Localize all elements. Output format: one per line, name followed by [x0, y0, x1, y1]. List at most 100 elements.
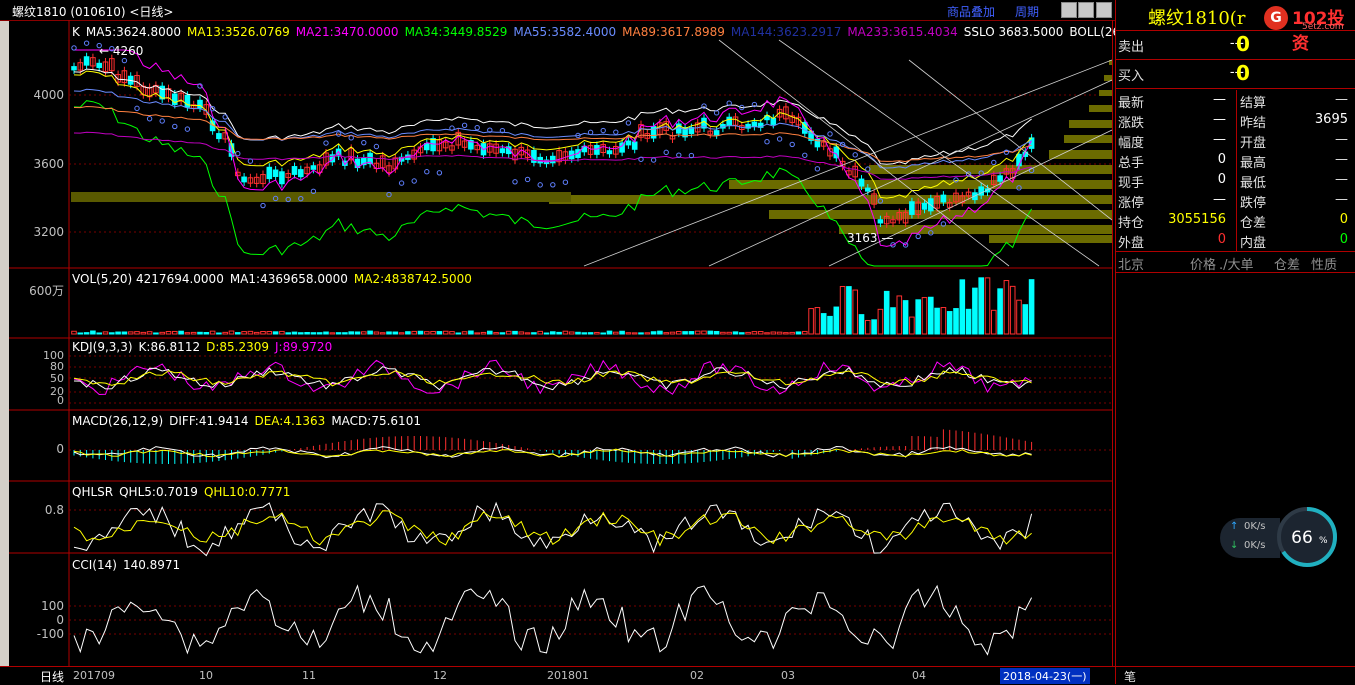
quote-column-divider — [1236, 90, 1237, 252]
volume-bar-79 — [568, 331, 575, 335]
tick-col-oi-diff: 仓差 — [1274, 258, 1301, 273]
quote-value: — — [1213, 92, 1226, 107]
quote-key: 持仓 — [1118, 216, 1145, 231]
quote-key: 外盘 — [1118, 236, 1145, 251]
x-label-10: 10 — [199, 669, 213, 682]
sar-dot-18 — [184, 126, 191, 132]
menu-icon[interactable] — [1096, 2, 1112, 18]
volume-bar-118 — [814, 307, 821, 335]
quote-value: 0 — [1339, 212, 1348, 227]
volume-bar-35 — [291, 331, 298, 335]
sar-dot-64 — [474, 124, 480, 131]
sell-qty: 0 — [1236, 32, 1250, 56]
volume-bar-142 — [965, 308, 972, 335]
tick-col-price: 价格 — [1190, 258, 1217, 273]
chart-area[interactable]: K MA5:3624.8000 MA13:3526.0769 MA21:3470.00… — [9, 20, 1200, 666]
quote-value: 0 — [1339, 232, 1348, 247]
sar-dot-54 — [411, 178, 417, 184]
volume-bar-20 — [197, 331, 203, 335]
x-label-04: 04 — [912, 669, 926, 682]
volume-bar-65 — [480, 331, 487, 335]
product-overlay-button[interactable]: 商品叠加 — [947, 3, 995, 20]
period-tab[interactable]: 日线 — [40, 668, 64, 685]
quote-value: 3695 — [1314, 112, 1348, 127]
macd-indicator-labels: MACD(26,12,9) DIFF:41.9414 DEA:4.1363 MACD:… — [72, 414, 427, 428]
x-label-201801: 201801 — [547, 669, 589, 682]
percent-value: 66 — [1291, 528, 1313, 548]
upload-rate: 0K/s — [1244, 521, 1266, 532]
volume-bar-107 — [745, 331, 751, 335]
candle-body-0 — [71, 66, 77, 71]
kdj-indicator-0: KDJ(9,3,3) — [72, 340, 133, 354]
candle-body-68 — [499, 148, 506, 154]
volume-profile-bar-6 — [1049, 150, 1112, 159]
main-indicator-7: MA144:3623.2917 — [730, 25, 842, 39]
quote-panel: 螺纹1810(r G 102投资 5etz.com 卖出 --- 0 买入 --… — [1115, 0, 1355, 684]
volume-bar-122 — [839, 285, 846, 335]
volume-bar-40 — [323, 331, 329, 335]
volume-bar-137 — [934, 307, 940, 335]
volume-bar-5 — [102, 331, 109, 335]
volume-bar-59 — [442, 330, 449, 335]
sar-dot-78 — [562, 179, 569, 185]
quote-value: — — [1213, 112, 1226, 127]
volume-bar-43 — [342, 332, 348, 335]
volume-bar-88 — [625, 332, 632, 335]
qhlsr-qhl5-line — [73, 501, 1033, 557]
volume-bar-49 — [379, 332, 386, 335]
volume-profile-bar-9 — [549, 195, 1112, 204]
quote-value: — — [1335, 192, 1348, 207]
main-indicator-3: MA21:3470.0000 — [295, 25, 399, 39]
kdj-indicator-labels: KDJ(9,3,3) K:86.8112 D:85.2309 J:89.9720 — [72, 340, 338, 354]
macd-indicator-3: MACD:75.6101 — [331, 414, 421, 428]
qhlsr-indicator-1: QHL5:0.7019 — [119, 485, 198, 499]
sar-dot-46 — [361, 139, 367, 146]
buy-price: --- — [1229, 65, 1244, 80]
period-button[interactable]: 周期 — [1015, 3, 1039, 20]
volume-bar-139 — [946, 311, 953, 335]
volume-bar-98 — [688, 331, 695, 335]
percent-gauge[interactable]: 66 % — [1276, 506, 1338, 568]
quote-value: — — [1335, 132, 1348, 147]
volume-bar-133 — [909, 316, 915, 335]
candle-body-138 — [940, 194, 947, 203]
tick-col-city: 北京 — [1118, 258, 1145, 273]
volume-bar-14 — [159, 331, 165, 335]
sar-dot-76 — [550, 182, 556, 188]
main-indicator-1: MA5:3624.8000 — [85, 25, 182, 39]
volume-bar-74 — [537, 330, 544, 335]
volume-bar-141 — [959, 279, 966, 335]
bottom-tab-strokes[interactable]: 笔 — [1124, 668, 1136, 685]
volume-bar-103 — [720, 331, 726, 335]
quote-value: 0 — [1217, 232, 1226, 247]
sar-dot-72 — [524, 176, 531, 183]
volume-bar-10 — [134, 331, 140, 335]
qhlsr-indicator-labels: QHLSR QHL5:0.7019 QHL10:0.7771 — [72, 485, 296, 499]
candle-body-88 — [625, 140, 632, 146]
volume-bar-53 — [405, 331, 411, 335]
quote-key: 总手 — [1118, 156, 1145, 171]
network-widget[interactable]: ↑ 0K/s ↓ 0K/s — [1220, 518, 1280, 558]
quote-value: — — [1335, 172, 1348, 187]
volume-bar-8 — [121, 331, 128, 335]
main-indicator-5: MA55:3582.4000 — [513, 25, 617, 39]
price-tick-3600: 3600 — [33, 157, 64, 171]
sar-dot-48 — [373, 143, 380, 150]
prev-arrow-icon[interactable] — [1061, 2, 1077, 18]
volume-bar-73 — [531, 332, 537, 335]
volume-bar-99 — [694, 330, 701, 335]
candle-body-4 — [96, 62, 103, 69]
left-toolbar-strip[interactable] — [0, 0, 9, 684]
volume-bar-51 — [392, 331, 399, 335]
quote-value: — — [1213, 192, 1226, 207]
volume-bar-116 — [802, 330, 808, 335]
volume-bar-39 — [316, 332, 323, 335]
volume-bar-78 — [562, 330, 569, 335]
next-arrow-icon[interactable] — [1078, 2, 1094, 18]
volume-bar-52 — [398, 332, 405, 335]
price-tick-3200: 3200 — [33, 225, 64, 239]
volume-bar-30 — [260, 330, 266, 335]
quote-value: 3055156 — [1168, 212, 1226, 227]
main-indicator-2: MA13:3526.0769 — [187, 25, 290, 39]
vol-indicator-0: VOL(5,20) 4217694.0000 — [72, 272, 224, 286]
